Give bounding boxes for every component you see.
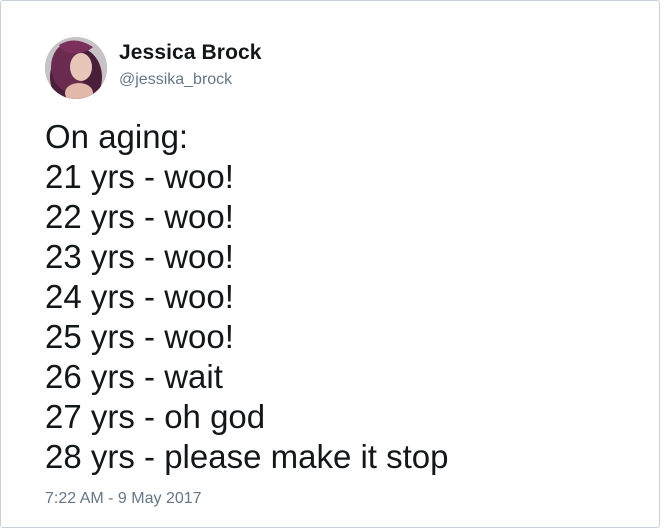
tweet-line: On aging:	[45, 118, 189, 155]
tweet-line: 26 yrs - wait	[45, 358, 223, 395]
author-display-name[interactable]: Jessica Brock	[119, 41, 262, 65]
tweet-line: 27 yrs - oh god	[45, 398, 266, 435]
tweet-line: 24 yrs - woo!	[45, 278, 234, 315]
tweet-line: 28 yrs - please make it stop	[45, 438, 449, 475]
tweet-timestamp[interactable]: 7:22 AM - 9 May 2017	[45, 490, 202, 508]
tweet-line: 25 yrs - woo!	[45, 318, 234, 355]
tweet-card: Jessica Brock @jessika_brock On aging: 2…	[0, 0, 660, 528]
tweet-line: 22 yrs - woo!	[45, 198, 234, 235]
avatar[interactable]	[45, 37, 107, 99]
tweet-text: On aging: 21 yrs - woo! 22 yrs - woo! 23…	[45, 117, 449, 477]
author-handle[interactable]: @jessika_brock	[119, 71, 232, 89]
tweet-line: 21 yrs - woo!	[45, 158, 234, 195]
tweet-line: 23 yrs - woo!	[45, 238, 234, 275]
